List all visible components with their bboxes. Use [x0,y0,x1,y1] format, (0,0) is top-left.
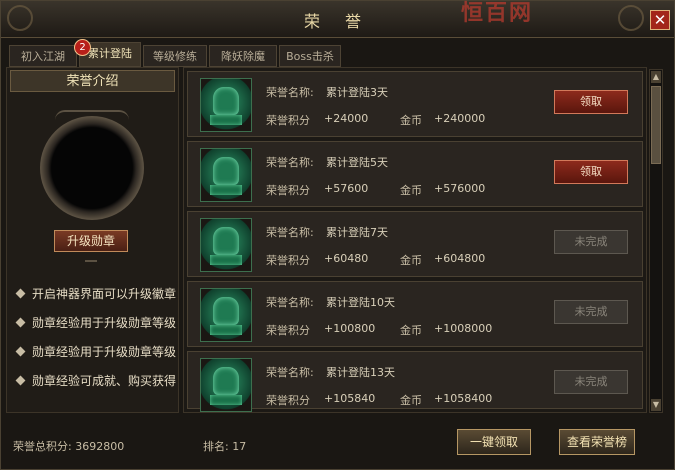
scroll-down-icon[interactable]: ▼ [651,399,661,411]
claim-button[interactable]: 领取 [554,160,628,184]
title-bar: 荣 誉 恒百网 ✕ [1,1,674,38]
divider-ornament [85,260,97,268]
tip-item: 勋章经验可成就、购买获得 [15,367,176,396]
list-item: 荣誉名称: 累计登陆3天 荣誉积分 +24000 金币 +240000 领取 [187,71,643,137]
list-item: 荣誉名称: 累计登陆10天 荣誉积分 +100800 金币 +1008000 未… [187,281,643,347]
tip-item: 勋章经验用于升级勋章等级 [15,309,176,338]
jade-beast-icon [200,78,252,132]
view-leaderboard-button[interactable]: 查看荣誉榜 [559,429,635,455]
tab-cumulative-login[interactable]: 2 累计登陆 [74,39,141,67]
honor-intro-panel: 荣誉介绍 升级勋章 开启神器界面可以升级徽章 勋章经验用于升级勋章等级 勋章经验… [6,67,179,413]
incomplete-button: 未完成 [554,230,628,254]
bullet-icon [15,317,26,328]
medal-slot-icon [40,116,144,220]
jade-beast-icon [200,288,252,342]
honor-name: 累计登陆13天 [326,366,395,379]
list-item: 荣誉名称: 累计登陆13天 荣誉积分 +105840 金币 +1058400 未… [187,351,643,412]
points-value: +100800 [324,322,376,335]
tab-chuxu-jianghu[interactable]: 初入江湖 [9,45,77,67]
notification-badge: 2 [74,39,91,56]
upgrade-medal-button[interactable]: 升级勋章 [54,230,128,252]
bullet-icon [15,375,26,386]
honor-name: 累计登陆7天 [326,226,388,239]
honor-name: 累计登陆10天 [326,296,395,309]
window-title: 荣 誉 [303,12,372,31]
gold-value: +1058400 [434,392,493,405]
claim-all-button[interactable]: 一键领取 [457,429,531,455]
points-value: +57600 [324,182,369,195]
tab-demon-slaying[interactable]: 降妖除魔 [209,45,277,67]
rank: 排名: 17 [203,440,247,453]
tips-list: 开启神器界面可以升级徽章 勋章经验用于升级勋章等级 勋章经验用于升级勋章等级 勋… [15,280,176,396]
points-value: +24000 [324,112,369,125]
honor-name: 累计登陆3天 [326,86,388,99]
reward-list: 荣誉名称: 累计登陆3天 荣誉积分 +24000 金币 +240000 领取 荣… [183,67,647,413]
jade-beast-icon [200,218,252,272]
gold-value: +604800 [434,252,486,265]
scrollbar[interactable]: ▲ ▼ [649,69,663,413]
total-points: 荣誉总积分: 3692800 [13,440,125,453]
honor-window: 荣 誉 恒百网 ✕ 初入江湖 2 累计登陆 等级修练 降妖除魔 Boss击杀 荣… [0,0,675,470]
close-button[interactable]: ✕ [650,10,670,30]
incomplete-button: 未完成 [554,300,628,324]
jade-beast-icon [200,358,252,412]
honor-name: 累计登陆5天 [326,156,388,169]
bullet-icon [15,346,26,357]
scroll-up-icon[interactable]: ▲ [651,71,661,83]
tab-level-training[interactable]: 等级修练 [143,45,207,67]
gold-value: +240000 [434,112,486,125]
points-value: +60480 [324,252,369,265]
gold-value: +576000 [434,182,486,195]
panel-heading: 荣誉介绍 [10,70,175,92]
points-value: +105840 [324,392,376,405]
incomplete-button: 未完成 [554,370,628,394]
tip-item: 开启神器界面可以升级徽章 [15,280,176,309]
claim-button[interactable]: 领取 [554,90,628,114]
tip-item: 勋章经验用于升级勋章等级 [15,338,176,367]
bullet-icon [15,288,26,299]
scroll-thumb[interactable] [651,86,661,164]
tab-boss-kill[interactable]: Boss击杀 [279,45,341,67]
jade-beast-icon [200,148,252,202]
gold-value: +1008000 [434,322,493,335]
list-item: 荣誉名称: 累计登陆7天 荣誉积分 +60480 金币 +604800 未完成 [187,211,643,277]
list-item: 荣誉名称: 累计登陆5天 荣誉积分 +57600 金币 +576000 领取 [187,141,643,207]
watermark-logo: 恒百网 [461,1,534,26]
